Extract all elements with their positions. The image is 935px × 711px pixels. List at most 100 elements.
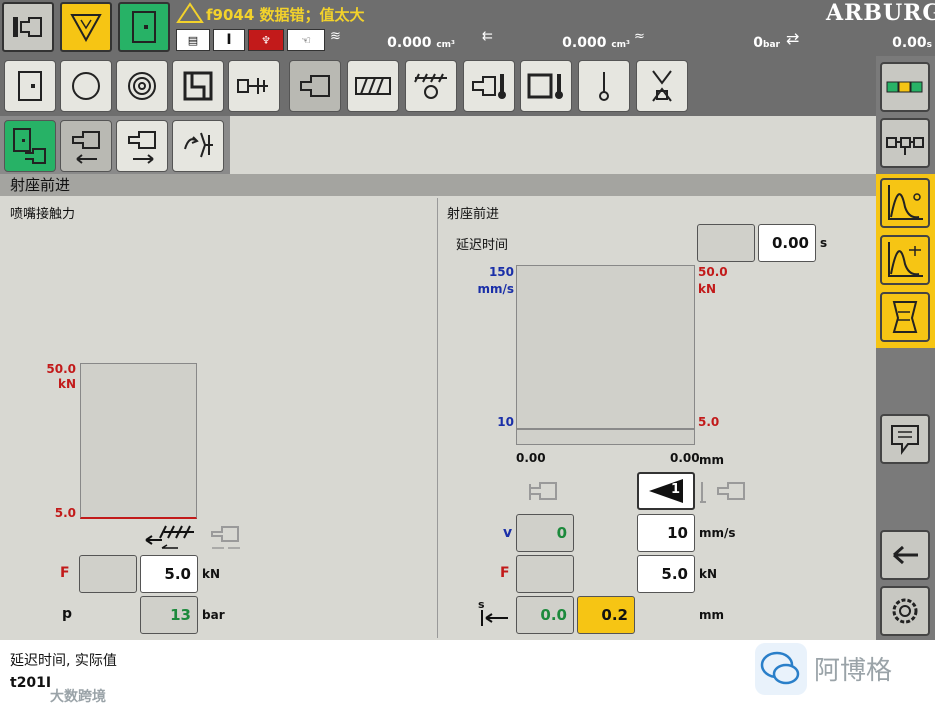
- subtool-nozzle-back[interactable]: [116, 120, 168, 172]
- door-icon: [18, 71, 42, 101]
- tool-mould-door[interactable]: [4, 60, 56, 112]
- panel-divider: [437, 198, 438, 638]
- right-chart-left-max: 150: [488, 265, 514, 279]
- left-F-set-field[interactable]: 5.0: [140, 555, 198, 593]
- subtool-nozzle-contact[interactable]: [172, 120, 224, 172]
- documentation-button[interactable]: [880, 292, 930, 342]
- right-F-set-field[interactable]: 5.0: [637, 555, 695, 593]
- left-p-actual-field: 13: [140, 596, 198, 634]
- subtool-nozzle-forward[interactable]: [60, 120, 112, 172]
- door-status-button[interactable]: [118, 2, 170, 52]
- tool-mould[interactable]: [172, 60, 224, 112]
- right-chart-left-min: 10: [497, 415, 514, 429]
- nozzle-back-inactive-icon: [526, 478, 566, 506]
- hand-mode-mini-button[interactable]: ☜: [287, 29, 325, 51]
- monitor-icon: ▤: [187, 33, 199, 47]
- curve-graph-icon: [888, 185, 923, 220]
- nozzle-inactive-icon: [208, 520, 244, 554]
- cycle-icon: ⇄: [786, 29, 800, 48]
- mould-thermometer-icon: [527, 73, 563, 99]
- s-actual-field: 0.0: [516, 596, 574, 634]
- dosing-volume-value: 0.000 cm³: [387, 35, 455, 51]
- left-F-actual-field: [79, 555, 137, 593]
- alarm-message: f9044 数据错；值太大: [206, 6, 365, 24]
- injection-icon: ⇇: [482, 29, 493, 44]
- page-title: 射座前进: [0, 174, 876, 196]
- brand-logo: ARBURG: [826, 0, 935, 26]
- right-chart-x-min: 0.00: [516, 451, 546, 465]
- v-label: v: [503, 525, 513, 541]
- right-F-label: F: [500, 565, 510, 581]
- message-icon: [891, 425, 919, 455]
- tool-nozzle-temperature[interactable]: [463, 60, 515, 112]
- nozzle-forward-icon: [72, 131, 100, 164]
- tool-cycle[interactable]: [60, 60, 112, 112]
- network-button[interactable]: [880, 118, 930, 168]
- tool-ejector[interactable]: [228, 60, 280, 112]
- balance-graph-icon: [888, 242, 923, 277]
- machine-home-button[interactable]: [2, 2, 54, 52]
- cycle-time-value: 0.00s: [892, 35, 932, 51]
- arrow-left-icon: [893, 545, 918, 565]
- message-button[interactable]: [880, 414, 930, 464]
- delay-unit: s: [820, 236, 828, 250]
- pressure-value: 0bar: [753, 35, 780, 51]
- gripper-icon: [652, 70, 672, 102]
- circle-icon: [72, 72, 100, 100]
- carriage-forward-chart: [516, 265, 695, 445]
- right-chart-right-unit: kN: [698, 282, 717, 296]
- printer-mini-button[interactable]: ▤: [176, 29, 210, 51]
- thermometer-icon: [472, 74, 506, 99]
- gear-icon: [892, 598, 918, 624]
- tool-temperature[interactable]: [116, 60, 168, 112]
- wechat-logo: [755, 643, 807, 695]
- tool-robot[interactable]: [636, 60, 688, 112]
- right-chart-right-min: 5.0: [698, 415, 720, 429]
- process-graph-button[interactable]: [880, 178, 930, 228]
- back-button[interactable]: [880, 530, 930, 580]
- left-p-label: p: [62, 606, 73, 622]
- right-F-actual-field: [516, 555, 574, 593]
- tool-injection[interactable]: [405, 60, 457, 112]
- alarm-button[interactable]: [60, 2, 112, 52]
- left-chart-ymax: 50.0: [46, 362, 76, 376]
- nozzle-home-icon: [13, 17, 42, 37]
- nozzle-contact-inactive-icon: [698, 478, 752, 506]
- door-icon: [132, 11, 156, 43]
- left-panel-title: 喷嘴接触力: [10, 207, 76, 222]
- chart-baseline: [517, 428, 694, 430]
- settings-button[interactable]: [880, 586, 930, 636]
- right-panel-title: 射座前进: [447, 207, 500, 222]
- mode-I-button[interactable]: I: [213, 29, 245, 51]
- stage-selector-button[interactable]: 1: [637, 472, 695, 510]
- delay-time-label: 延迟时间: [456, 238, 509, 253]
- stage-number: 1: [671, 482, 681, 497]
- tool-dosing[interactable]: [347, 60, 399, 112]
- tool-mould-temperature[interactable]: [520, 60, 572, 112]
- status-lights-button[interactable]: [880, 62, 930, 112]
- screw-icon: [355, 77, 391, 95]
- scroll-icon: [892, 301, 918, 333]
- door-nozzle-icon: [13, 128, 46, 164]
- s-set-field[interactable]: 0.2: [577, 596, 635, 634]
- v-actual-field: 0: [516, 514, 574, 552]
- right-chart-left-unit: mm/s: [477, 282, 514, 296]
- delay-set-field[interactable]: 0.00: [758, 224, 816, 262]
- left-chart-ymin: 5.0: [54, 506, 76, 520]
- heating-mini-button[interactable]: ♆: [248, 29, 284, 51]
- right-F-unit: kN: [699, 567, 718, 581]
- tool-nozzle[interactable]: [289, 60, 341, 112]
- probe-icon: [599, 72, 609, 101]
- injection-screw-icon: [414, 73, 447, 99]
- left-F-label: F: [60, 565, 70, 581]
- pressure-screw-icon: ≈: [634, 29, 645, 44]
- warning-icon: [176, 2, 206, 26]
- tool-sensor[interactable]: [578, 60, 630, 112]
- v-set-field[interactable]: 10: [637, 514, 695, 552]
- alarm-triangle-icon: [70, 14, 102, 42]
- v-unit: mm/s: [699, 526, 736, 540]
- subtool-nozzle-door[interactable]: [4, 120, 56, 172]
- quality-graph-button[interactable]: [880, 235, 930, 285]
- cushion-volume-value: 0.000 cm³: [562, 35, 630, 51]
- heater-icon: ♆: [261, 33, 271, 47]
